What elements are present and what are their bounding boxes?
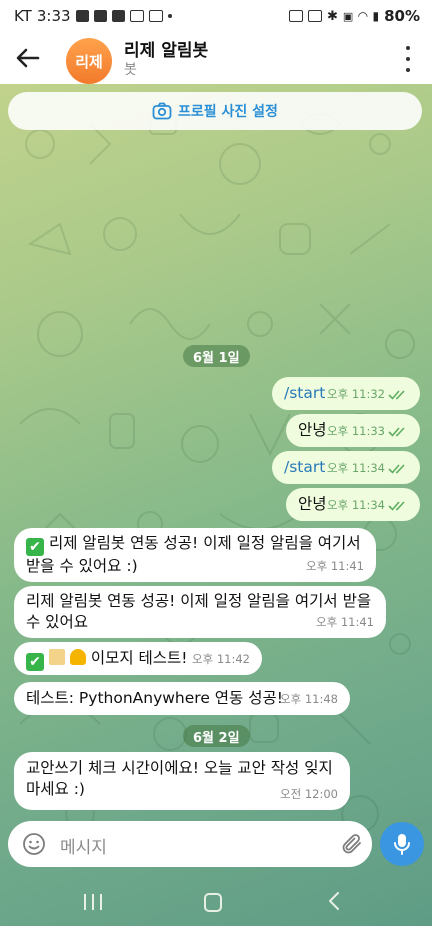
outgoing-message[interactable]: 안녕 오후 11:34 xyxy=(286,488,420,521)
date-chip: 6월 1일 xyxy=(183,345,250,367)
message-time: 오후 11:32 xyxy=(327,387,385,401)
read-checkmarks-icon xyxy=(388,427,405,437)
memo-emoji-icon xyxy=(48,649,65,665)
recent-apps-icon[interactable] xyxy=(84,894,102,910)
set-profile-photo-button[interactable]: 프로필 사진 설정 xyxy=(8,92,422,130)
outgoing-message[interactable]: /start 오후 11:34 xyxy=(272,451,420,484)
incoming-message[interactable]: 테스트: PythonAnywhere 연동 성공! 오후 11:48 xyxy=(14,682,350,715)
signal-icon: ▮ xyxy=(372,9,380,23)
incoming-message[interactable]: 리제 알림봇 연동 성공! 이제 일정 알림을 여기서 받을 수 있어요 오후 … xyxy=(14,586,386,638)
more-options-icon[interactable] xyxy=(398,46,418,72)
message-text[interactable]: 안녕 xyxy=(298,421,327,439)
message-text[interactable]: 안녕 xyxy=(298,495,327,513)
outgoing-message[interactable]: 안녕 오후 11:33 xyxy=(286,414,420,447)
app-notification-icon-2 xyxy=(111,10,125,22)
incoming-message[interactable]: ✔ 리제 알림봇 연동 성공! 이제 일정 알림을 여기서 받을 수 있어요 :… xyxy=(14,528,376,582)
date-chip: 6월 2일 xyxy=(183,725,250,747)
home-icon[interactable] xyxy=(204,893,222,912)
wallet-notification-icon xyxy=(129,10,144,22)
message-time: 오후 11:34 xyxy=(327,461,385,475)
avatar-initials: 리제 xyxy=(75,52,103,71)
read-checkmarks-icon xyxy=(388,501,405,511)
talk-notification-icon xyxy=(75,10,89,22)
status-bar: KT 3:33 ✱ ▣ ◠ ▮ 80% xyxy=(0,0,432,32)
chat-header: 리제 리제 알림봇 봇 xyxy=(0,32,432,84)
check-mark-emoji-icon: ✔ xyxy=(26,538,44,556)
message-time: 오후 11:41 xyxy=(306,559,364,573)
chat-subtitle: 봇 xyxy=(124,62,137,78)
voice-record-button[interactable] xyxy=(380,822,424,866)
alarm-status-icon xyxy=(307,10,322,22)
message-text[interactable]: /start xyxy=(284,458,325,476)
message-time: 오후 11:33 xyxy=(327,424,385,438)
hd-voice-icon: ▣ xyxy=(342,9,354,23)
back-arrow-icon[interactable] xyxy=(14,44,42,72)
bell-emoji-icon xyxy=(69,649,86,665)
carrier-label: KT xyxy=(14,7,32,25)
bluetooth-icon: ✱ xyxy=(326,8,338,24)
more-notifications-dot-icon xyxy=(167,14,172,18)
message-input-bar: 메시지 xyxy=(8,821,372,867)
incoming-message[interactable]: 교안쓰기 체크 시간이에요! 오늘 교안 작성 잊지 마세요 :) 오전 12:… xyxy=(14,752,350,810)
app-notification-icon xyxy=(93,10,107,22)
incoming-message[interactable]: ✔ 이모지 테스트! 오후 11:42 xyxy=(14,642,262,675)
clock: 3:33 xyxy=(36,7,71,25)
emoji-icon[interactable] xyxy=(22,832,46,856)
read-checkmarks-icon xyxy=(388,464,405,474)
message-text[interactable]: 이모지 테스트! xyxy=(91,649,188,667)
wifi-icon: ◠ xyxy=(358,9,368,23)
camera-icon xyxy=(152,102,172,120)
message-time: 오전 12:00 xyxy=(280,787,338,801)
attach-icon[interactable] xyxy=(340,832,364,856)
message-text[interactable]: /start xyxy=(284,384,325,402)
pass-notification-icon xyxy=(148,10,163,22)
battery-label: 80% xyxy=(384,7,420,25)
message-text[interactable]: 테스트: PythonAnywhere 연동 성공! xyxy=(26,689,283,707)
message-input[interactable]: 메시지 xyxy=(60,833,107,858)
outgoing-message[interactable]: /start 오후 11:32 xyxy=(272,377,420,410)
chat-title[interactable]: 리제 알림봇 xyxy=(124,36,208,61)
avatar[interactable]: 리제 xyxy=(66,38,112,84)
lock-status-icon xyxy=(288,10,303,22)
read-checkmarks-icon xyxy=(388,390,405,400)
set-profile-photo-label: 프로필 사진 설정 xyxy=(178,104,278,120)
message-time: 오후 11:42 xyxy=(192,652,250,666)
system-navigation-bar xyxy=(0,874,432,926)
message-time: 오후 11:41 xyxy=(316,615,374,629)
message-time: 오후 11:48 xyxy=(280,692,338,706)
check-mark-emoji-icon: ✔ xyxy=(26,653,44,671)
nav-back-icon[interactable] xyxy=(326,892,342,910)
microphone-icon xyxy=(394,834,410,855)
message-time: 오후 11:34 xyxy=(327,498,385,512)
